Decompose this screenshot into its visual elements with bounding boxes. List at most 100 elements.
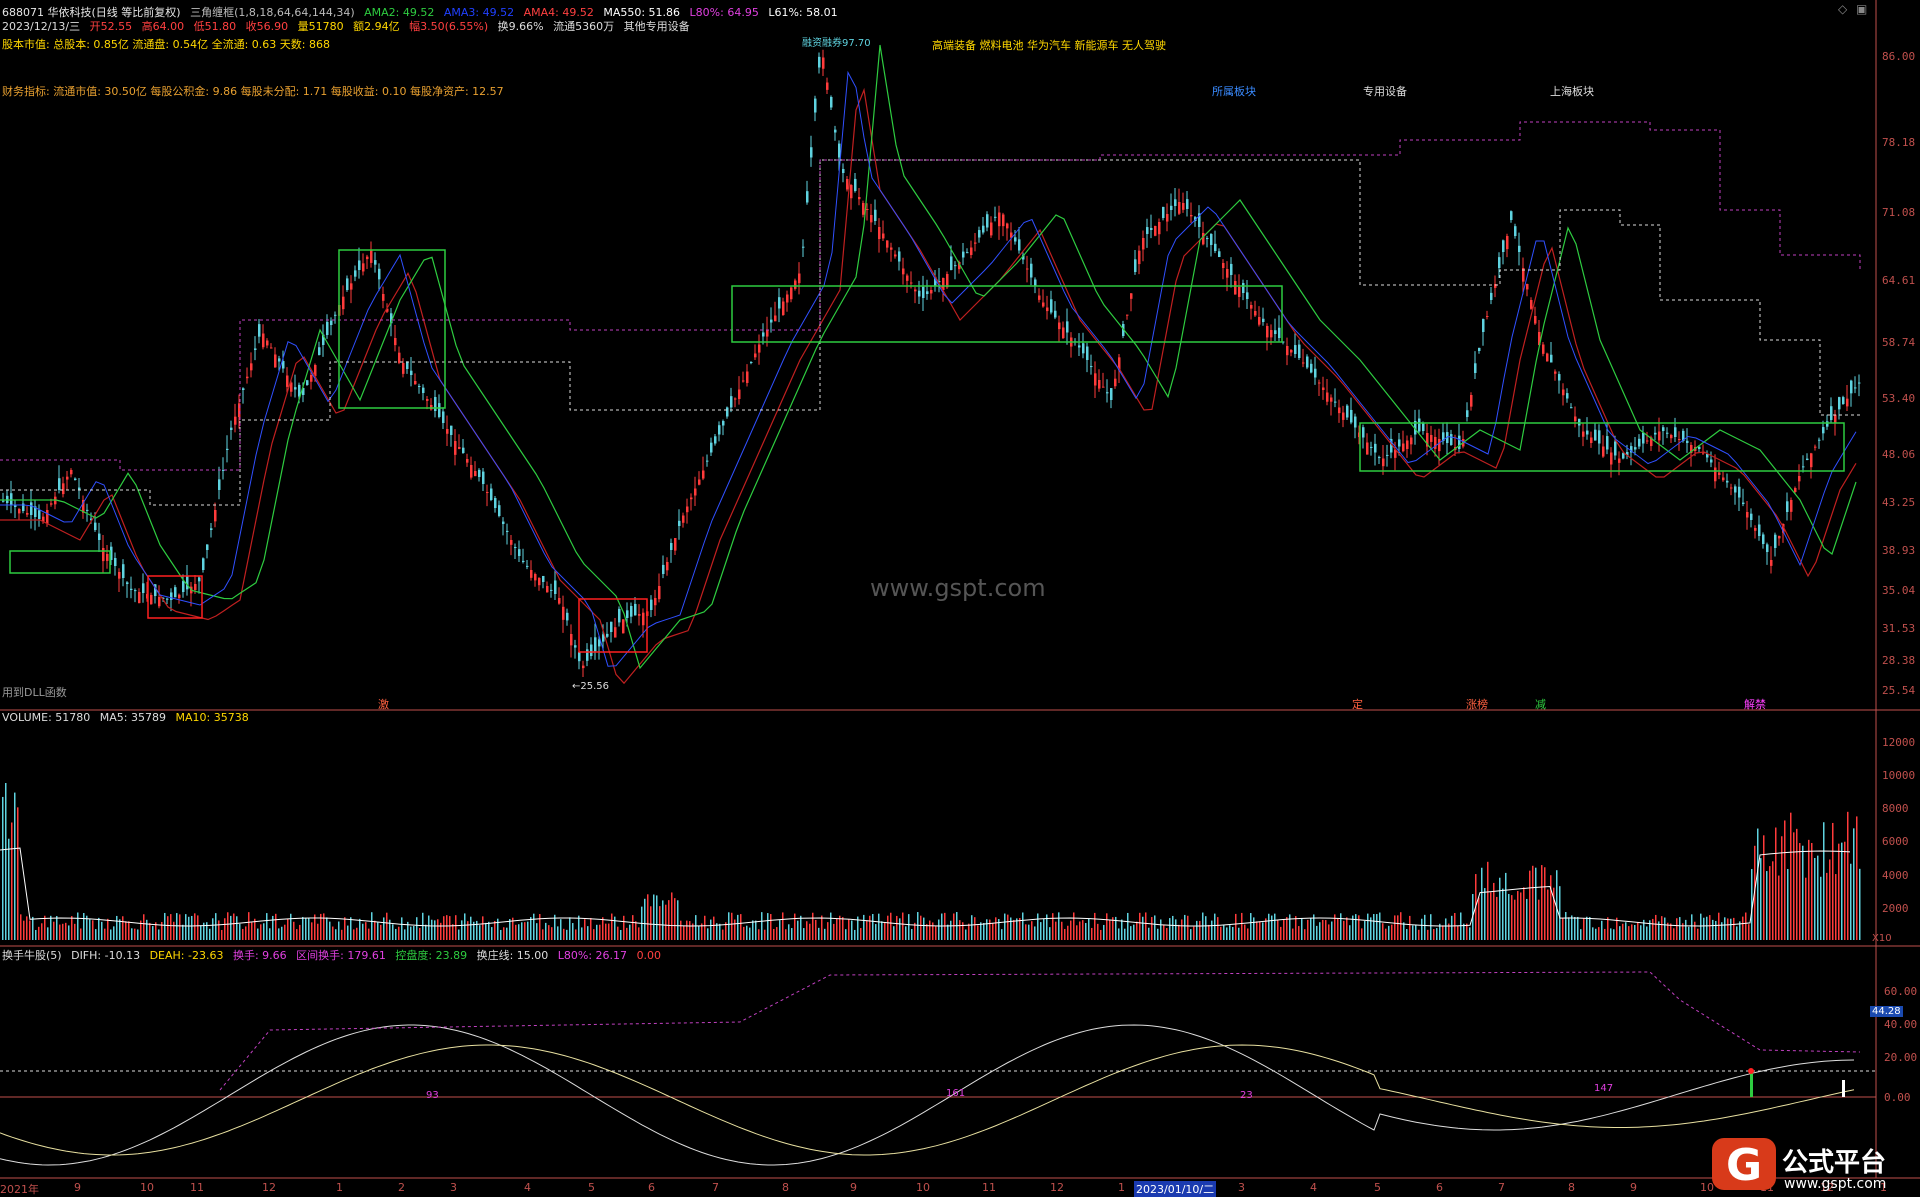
marker-ji[interactable]: 激 — [378, 696, 389, 712]
candle-body — [606, 633, 609, 637]
candle-body — [1794, 488, 1797, 492]
candle-body — [574, 645, 577, 648]
volume-bar — [923, 917, 925, 940]
volume-bar — [1301, 918, 1303, 940]
volume-bar — [326, 917, 328, 940]
volume-bar — [1058, 912, 1060, 940]
volume-bar — [1148, 927, 1150, 940]
volume-title[interactable]: VOLUME: 51780 — [2, 711, 90, 724]
candle-body — [426, 399, 429, 401]
volume-bar — [1262, 922, 1264, 940]
volume-bar — [602, 917, 604, 940]
volume-bar — [785, 929, 787, 940]
block-label-2[interactable]: 专用设备 — [1363, 83, 1407, 99]
volume-bar — [860, 928, 862, 940]
candle-body — [346, 278, 349, 290]
volume-bar — [1136, 921, 1138, 940]
volume-bar — [1226, 927, 1228, 940]
volume-bar — [1142, 916, 1144, 940]
volume-bar — [1655, 914, 1657, 940]
volume-bar — [683, 925, 685, 940]
block-label-3[interactable]: 上海板块 — [1550, 83, 1594, 99]
volume-bar — [287, 918, 289, 940]
candle-body — [642, 612, 645, 626]
volume-bar — [1253, 917, 1255, 940]
dll-note: 用到DLL函数 — [2, 686, 67, 699]
logo-url: www.gspt.com — [1784, 1176, 1887, 1192]
candle-body — [1614, 441, 1617, 456]
volume-bar — [920, 915, 922, 940]
volume-bar — [1637, 922, 1639, 940]
candle-body — [474, 471, 477, 477]
volume-bar — [638, 927, 640, 940]
volume-bar — [632, 915, 634, 940]
candle-body — [1366, 442, 1369, 455]
candle-body — [830, 96, 833, 108]
volume-bar — [260, 924, 262, 940]
marker-ding[interactable]: 定 — [1352, 696, 1363, 712]
volume-bar — [413, 926, 415, 940]
candle-body — [506, 530, 509, 532]
candle-body — [278, 358, 281, 362]
marker-jian[interactable]: 减 — [1535, 696, 1546, 712]
volume-bar — [38, 926, 40, 940]
low-price-label: ←25.56 — [572, 681, 610, 692]
block-label-1[interactable]: 所属板块 — [1212, 83, 1256, 99]
candle-body — [1314, 368, 1317, 378]
candle-body — [994, 216, 997, 218]
candle-body — [914, 289, 917, 292]
volume-bar — [1004, 913, 1006, 940]
volume-bar — [959, 920, 961, 940]
osc-red-dot — [1748, 1068, 1754, 1074]
volume-bar — [833, 923, 835, 940]
watermark: www.gspt.com — [870, 574, 1046, 602]
quote-date: 2023/12/13/三 — [2, 20, 81, 33]
candle-body — [902, 268, 905, 275]
volume-bar — [581, 927, 583, 940]
volume-bar — [851, 920, 853, 940]
candle-body — [1430, 435, 1433, 442]
volume-bar — [1097, 923, 1099, 940]
volume-bar — [1103, 924, 1105, 940]
candle-body — [1218, 251, 1221, 257]
volume-bar — [590, 917, 592, 940]
volume-bar — [617, 926, 619, 940]
candle-body — [490, 488, 493, 500]
candle-body — [798, 273, 801, 284]
candle-body — [1254, 311, 1257, 316]
volume-bar — [536, 923, 538, 940]
diamond-icon[interactable]: ◇ — [1838, 2, 1847, 16]
volume-bar — [1160, 919, 1162, 940]
candle-body — [1258, 317, 1261, 325]
price-axis-label: 35.04 — [1882, 584, 1916, 597]
volume-bar — [968, 923, 970, 940]
volume-bar — [146, 919, 148, 940]
volume-bar — [1829, 859, 1831, 940]
price-axis-label: 64.61 — [1882, 274, 1916, 287]
volume-bar — [809, 923, 811, 940]
volume-bar — [1778, 875, 1780, 940]
candle-body — [1562, 389, 1565, 396]
volume-bar — [1646, 926, 1648, 940]
candle-body — [1154, 226, 1157, 236]
volume-bar — [980, 922, 982, 940]
candle-body — [1518, 245, 1521, 252]
volume-bar — [773, 928, 775, 940]
marker-zhangbang[interactable]: 涨榜 — [1466, 696, 1488, 712]
time-axis-label: 2 — [398, 1181, 405, 1194]
candle-body — [1006, 223, 1009, 229]
logo-icon: G — [1712, 1138, 1776, 1191]
volume-bar — [1832, 822, 1834, 940]
volume-bar — [1679, 917, 1681, 940]
volume-bar — [377, 922, 379, 940]
window-toggle-icon[interactable]: ▣ — [1856, 2, 1867, 16]
volume-bar — [200, 925, 202, 940]
candle-body — [810, 147, 813, 158]
marker-jiejin[interactable]: 解禁 — [1744, 696, 1766, 712]
volume-bar — [539, 914, 541, 940]
candle-body — [1142, 238, 1145, 250]
osc-title[interactable]: 换手牛股(5) — [2, 949, 62, 962]
volume-bar — [1760, 858, 1762, 940]
volume-bar — [704, 915, 706, 940]
candle-body — [458, 447, 461, 449]
